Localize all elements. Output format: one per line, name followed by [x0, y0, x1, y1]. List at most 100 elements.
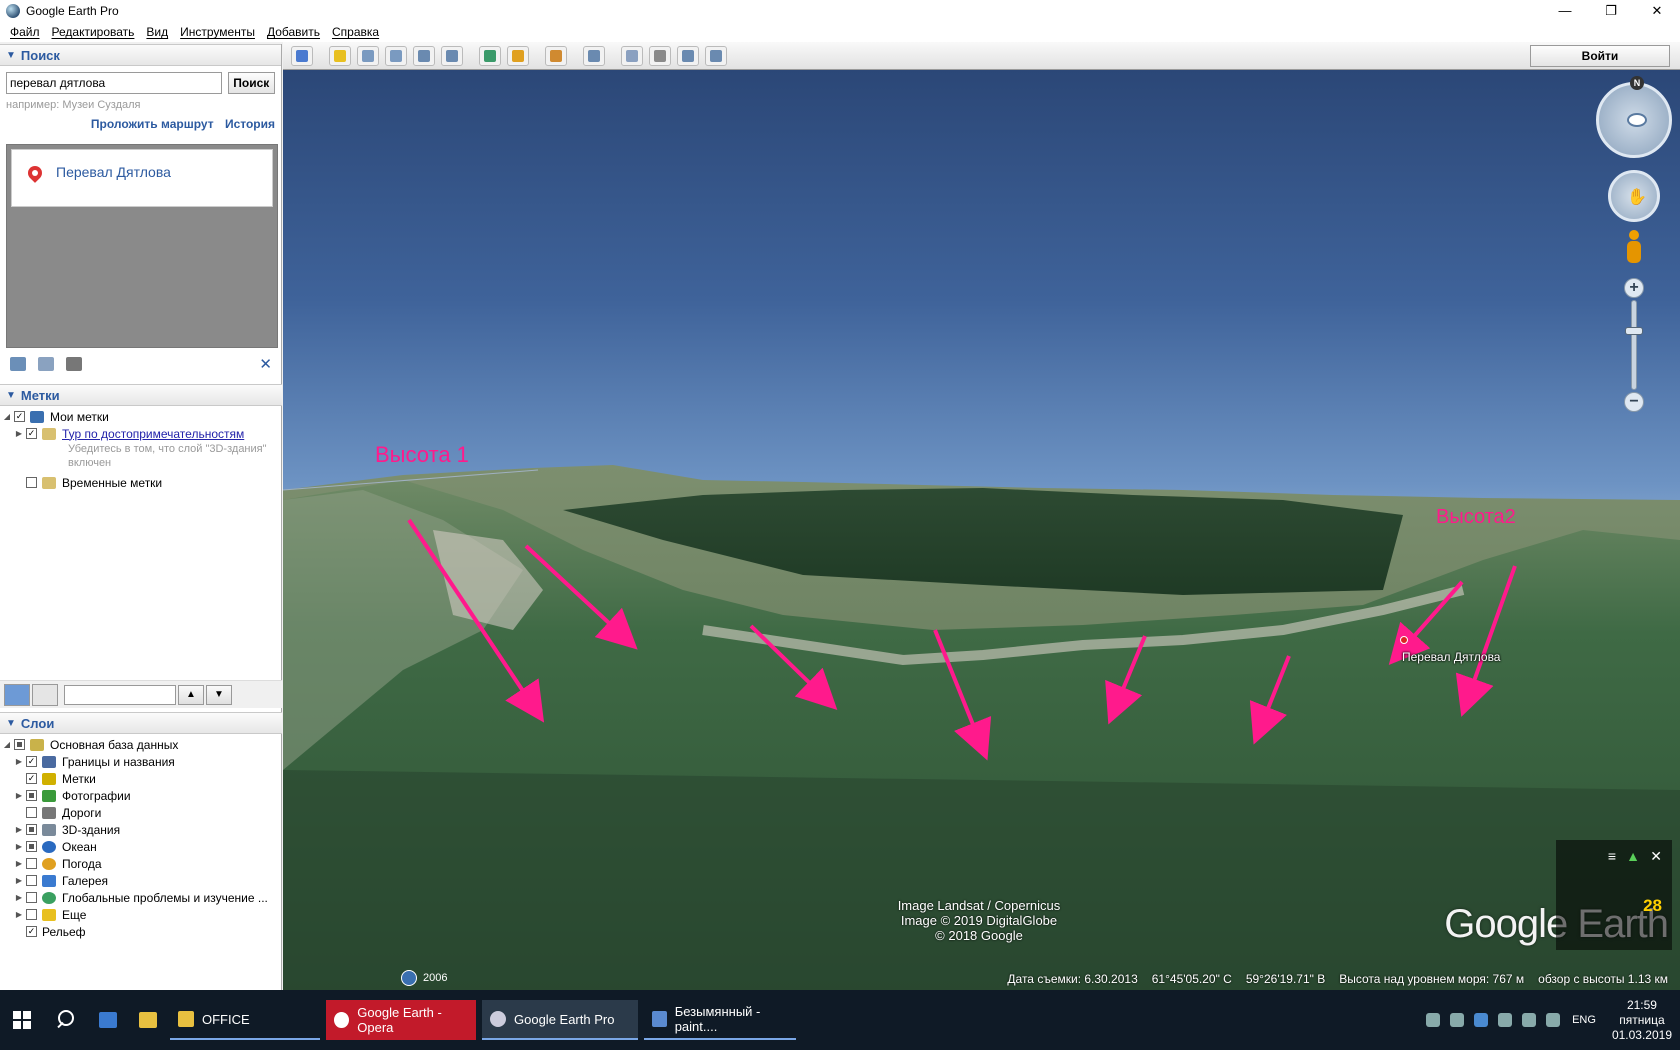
planets-icon[interactable] [545, 45, 567, 66]
expand-arrow-icon[interactable]: ▶ [14, 910, 24, 919]
menu-icon[interactable]: ≡ [1608, 848, 1616, 864]
search-icon[interactable] [48, 1002, 84, 1038]
sidebar-toggle-icon[interactable] [291, 45, 313, 66]
placemark-pin-icon[interactable] [1400, 636, 1408, 644]
expand-arrow-icon[interactable]: ▶ [14, 893, 24, 902]
add-folder-icon[interactable] [10, 357, 26, 371]
expand-arrow-icon[interactable]: ▶ [14, 842, 24, 851]
search-input[interactable] [6, 72, 222, 94]
places-panel-header[interactable]: ▼ Метки [0, 384, 282, 406]
layer-item-roads[interactable]: Дороги [0, 804, 282, 821]
checkbox[interactable] [26, 909, 37, 920]
place-label[interactable]: Перевал Дятлова [1402, 650, 1500, 664]
get-directions-link[interactable]: Проложить маршрут [91, 117, 214, 131]
zoom-in-button[interactable]: + [1624, 278, 1644, 298]
historical-imagery-icon[interactable] [479, 45, 501, 66]
windows-start-icon[interactable] [4, 1002, 40, 1038]
north-icon[interactable]: N [1630, 76, 1644, 90]
expand-arrow-icon[interactable]: ▶ [14, 859, 24, 868]
zoom-slider[interactable] [1631, 300, 1637, 390]
volume-icon[interactable] [1546, 1013, 1561, 1027]
menu-help[interactable]: Справка [332, 25, 379, 39]
close-button[interactable]: ✕ [1634, 0, 1680, 22]
menu-tools[interactable]: Инструменты [180, 25, 255, 39]
checkbox[interactable]: ✓ [26, 773, 37, 784]
expand-arrow-icon[interactable]: ▶ [14, 757, 24, 766]
layer-item-gallery[interactable]: ▶ Галерея [0, 872, 282, 889]
layer-item-photos[interactable]: ▶ Фотографии [0, 787, 282, 804]
expand-arrow-icon[interactable]: ▶ [14, 429, 24, 438]
search-result-item[interactable]: Перевал Дятлова [11, 149, 273, 207]
pegman-icon[interactable] [1624, 230, 1644, 268]
collapse-arrow-icon[interactable]: ◢ [2, 412, 12, 421]
add-path-icon[interactable] [385, 45, 407, 66]
tree-item-temporary[interactable]: Временные метки [0, 474, 282, 491]
menu-add[interactable]: Добавить [267, 25, 320, 39]
print-icon[interactable] [66, 357, 82, 371]
checkbox[interactable] [26, 790, 37, 801]
checkbox[interactable] [26, 892, 37, 903]
move-joystick[interactable]: ✋ [1608, 170, 1660, 222]
sign-in-button[interactable]: Войти [1530, 45, 1670, 67]
add-image-overlay-icon[interactable] [413, 45, 435, 66]
search-panel-header[interactable]: ▼ Поиск [0, 44, 281, 66]
sidebar-toggle-icon[interactable] [32, 683, 58, 706]
close-icon[interactable]: ✕ [1650, 848, 1662, 865]
checkbox[interactable] [26, 807, 37, 818]
menu-view[interactable]: Вид [146, 25, 168, 39]
copy-icon[interactable] [38, 357, 54, 371]
file-manager-icon[interactable] [132, 1004, 164, 1036]
layer-item-primary-db[interactable]: ◢ Основная база данных [0, 736, 282, 753]
tree-item-my-places[interactable]: ◢ ✓ Мои метки [0, 408, 282, 425]
menu-edit[interactable]: Редактировать [52, 25, 135, 39]
checkbox[interactable] [26, 477, 37, 488]
network-icon[interactable] [1522, 1013, 1537, 1027]
add-polygon-icon[interactable] [357, 45, 379, 66]
task-google-earth[interactable]: Google Earth Pro [482, 1000, 638, 1040]
desktop-icon[interactable] [92, 1004, 124, 1036]
checkbox[interactable]: ✓ [26, 428, 37, 439]
task-office[interactable]: OFFICE [170, 1000, 320, 1040]
menu-file[interactable]: Файл [10, 25, 40, 39]
clock[interactable]: 21:59 пятница 01.03.2019 [1612, 998, 1672, 1043]
layers-filter-input[interactable] [64, 684, 176, 705]
record-tour-icon[interactable] [441, 45, 463, 66]
language-indicator[interactable]: ENG [1572, 1013, 1596, 1027]
checkbox[interactable] [26, 824, 37, 835]
map-3d-view[interactable]: Высота 1 Высота2 Перевал Дятлова Image L… [283, 70, 1680, 990]
checkbox[interactable] [14, 739, 25, 750]
expand-arrow-icon[interactable]: ▶ [14, 791, 24, 800]
layer-item-borders[interactable]: ▶ ✓ Границы и названия [0, 753, 282, 770]
zoom-slider-thumb[interactable] [1625, 327, 1643, 335]
arrow-down-icon[interactable]: ▼ [206, 684, 232, 705]
collapse-arrow-icon[interactable]: ◢ [2, 740, 12, 749]
view-in-maps-icon[interactable] [705, 45, 727, 66]
ruler-icon[interactable] [583, 45, 605, 66]
people-icon[interactable] [1426, 1013, 1441, 1027]
layers-panel-header[interactable]: ▼ Слои [0, 712, 282, 734]
checkbox[interactable] [26, 875, 37, 886]
layer-item-terrain[interactable]: ✓ Рельеф [0, 923, 282, 940]
search-layers-icon[interactable] [4, 683, 30, 706]
history-link[interactable]: История [225, 117, 275, 131]
layer-item-3d-buildings[interactable]: ▶ 3D-здания [0, 821, 282, 838]
bluetooth-icon[interactable] [1474, 1013, 1489, 1027]
add-placemark-icon[interactable] [329, 45, 351, 66]
minimize-button[interactable]: — [1542, 0, 1588, 22]
arrow-up-icon[interactable]: ▲ [178, 684, 204, 705]
checkbox[interactable]: ✓ [26, 756, 37, 767]
layer-item-global-awareness[interactable]: ▶ Глобальные проблемы и изучение ... [0, 889, 282, 906]
checkbox[interactable] [26, 858, 37, 869]
task-opera[interactable]: Google Earth - Opera [326, 1000, 476, 1040]
restore-button[interactable]: ❐ [1588, 0, 1634, 22]
tray-app-icon[interactable] [1450, 1013, 1465, 1027]
zoom-out-button[interactable]: − [1624, 392, 1644, 412]
email-icon[interactable] [621, 45, 643, 66]
layer-item-more[interactable]: ▶ Еще [0, 906, 282, 923]
layer-item-weather[interactable]: ▶ Погода [0, 855, 282, 872]
collapse-up-icon[interactable]: ▲ [1626, 848, 1640, 864]
layer-item-ocean[interactable]: ▶ Океан [0, 838, 282, 855]
save-image-icon[interactable] [677, 45, 699, 66]
close-results-icon[interactable]: ✕ [259, 355, 272, 373]
checkbox[interactable] [26, 841, 37, 852]
